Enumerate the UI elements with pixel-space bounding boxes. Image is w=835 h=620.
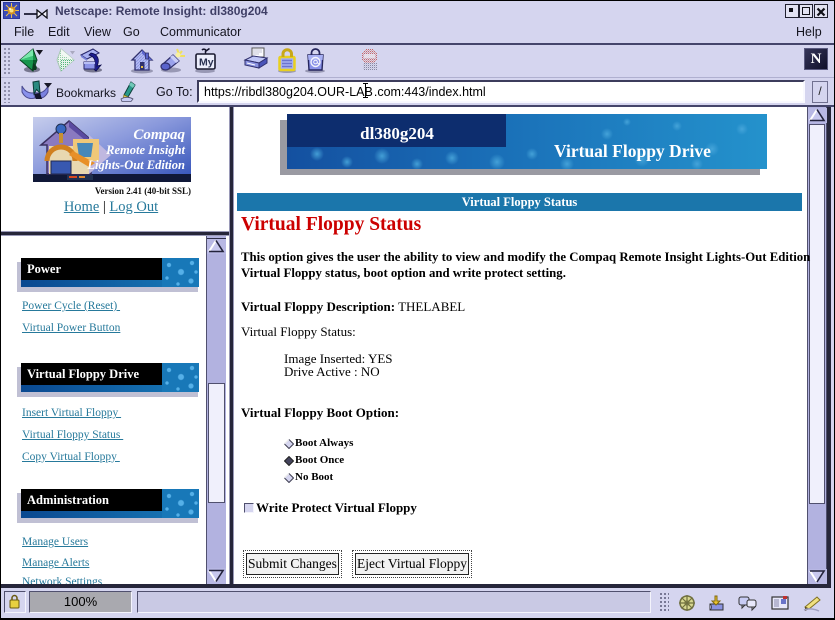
svg-text:Remote Insight: Remote Insight [105, 143, 185, 157]
svg-text:My: My [199, 57, 214, 69]
svg-text:Administration: Administration [27, 493, 109, 507]
svg-text:Compaq: Compaq [133, 127, 185, 143]
svg-text:Virtual Floppy Drive: Virtual Floppy Drive [554, 141, 711, 161]
svg-text:Power: Power [27, 262, 61, 276]
svg-text:Virtual Floppy Drive: Virtual Floppy Drive [27, 367, 139, 381]
svg-text:Lights-Out Edition: Lights-Out Edition [86, 158, 185, 172]
svg-text:dl380g204: dl380g204 [360, 124, 434, 143]
